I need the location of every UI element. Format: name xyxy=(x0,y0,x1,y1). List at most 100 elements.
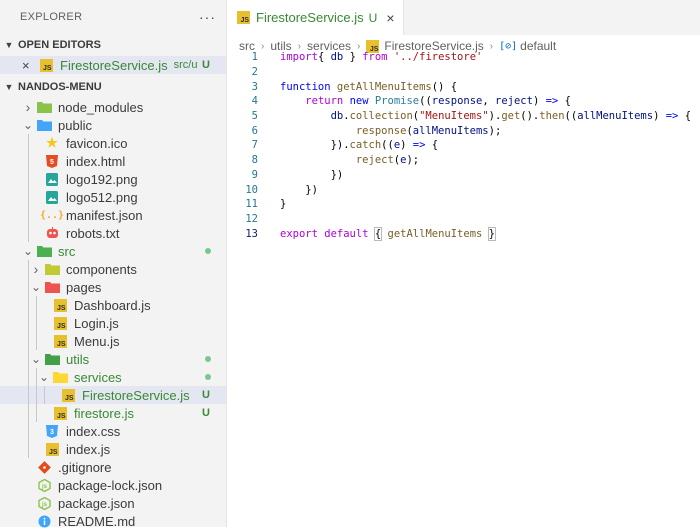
close-icon[interactable]: × xyxy=(22,58,36,73)
open-editor-status-badge: U xyxy=(202,59,210,71)
tree-file-robots-txt[interactable]: robots.txt xyxy=(0,224,226,242)
indent-guide xyxy=(28,206,29,224)
code-token: (( xyxy=(564,110,578,123)
code-token: (). xyxy=(520,110,540,123)
open-editors-section[interactable]: ▼ OPEN EDITORS xyxy=(0,34,226,56)
tree-file-index-css[interactable]: 3 index.css xyxy=(0,422,226,440)
tree-folder-services[interactable]: ⌄ services xyxy=(0,368,226,386)
code-token: function xyxy=(280,80,331,93)
tab-bar: JS FirestoreService.js U × xyxy=(227,0,700,35)
code-token: (( xyxy=(381,139,394,152)
tree-item-label: src xyxy=(58,243,76,259)
tree-file-dashboard-js[interactable]: JS Dashboard.js xyxy=(0,296,226,314)
indent-guide xyxy=(36,296,37,314)
explorer-title: EXPLORER xyxy=(20,11,83,23)
tree-item-label: public xyxy=(58,117,92,133)
tree-file-index-js[interactable]: JS index.js xyxy=(0,440,226,458)
tree-file-menu-js[interactable]: JS Menu.js xyxy=(0,332,226,350)
line-number: 4 xyxy=(251,95,258,108)
code-token: default xyxy=(324,227,369,240)
indent-guide xyxy=(28,296,29,314)
tree-file-logo512-png[interactable]: logo512.png xyxy=(0,188,226,206)
tree-folder-public[interactable]: ⌄ public xyxy=(0,116,226,134)
project-section[interactable]: ▼ NANDOS-MENU xyxy=(0,76,226,98)
code-token: { xyxy=(317,51,331,64)
close-icon[interactable]: × xyxy=(386,10,394,26)
code-token: get xyxy=(501,110,521,123)
tree-file-readme-md[interactable]: README.md xyxy=(0,512,226,530)
tree-file-firestoreservice-js[interactable]: JS FirestoreService.js U xyxy=(0,386,226,404)
tree-file-login-js[interactable]: JS Login.js xyxy=(0,314,226,332)
tab-label: FirestoreService.js xyxy=(256,10,364,25)
tree-folder-utils[interactable]: ⌄ utils xyxy=(0,350,226,368)
line-number: 2 xyxy=(251,66,258,79)
code-token: }). xyxy=(280,139,350,152)
components-folder-icon xyxy=(44,261,60,277)
open-editor-item[interactable]: × JS FirestoreService.js src/utils/... U xyxy=(0,56,226,74)
tree-item-label: node_modules xyxy=(58,99,144,115)
explorer-header: EXPLORER ··· xyxy=(0,0,226,34)
code-editor[interactable]: 1 import{ db } from '../firestore' 2 3 funct… xyxy=(227,50,700,241)
tree-file-favicon-ico[interactable]: ★ favicon.ico xyxy=(0,134,226,152)
more-actions-icon[interactable]: ··· xyxy=(199,9,216,25)
tree-folder-node-modules[interactable]: › node_modules xyxy=(0,98,226,116)
code-token: "MenuItems" xyxy=(419,110,489,123)
code-line: 8 reject(e); xyxy=(227,153,700,168)
indent-guide xyxy=(28,350,29,368)
tree-item-label: index.css xyxy=(66,423,121,439)
tree-folder-src[interactable]: ⌄ src xyxy=(0,242,226,260)
tree-item-label: Menu.js xyxy=(74,333,120,349)
indent-guide xyxy=(28,404,29,422)
services-folder-icon xyxy=(52,369,68,385)
git-icon xyxy=(36,459,52,475)
code-text: }).catch((e) => { xyxy=(280,139,439,152)
open-editors-title: OPEN EDITORS xyxy=(18,39,101,51)
node-package-icon: js xyxy=(36,495,52,511)
tree-file--gitignore[interactable]: .gitignore xyxy=(0,458,226,476)
code-token: from xyxy=(362,51,388,64)
code-line: 3 function getAllMenuItems() { xyxy=(227,79,700,94)
chevron-down-icon: ⌄ xyxy=(22,118,34,132)
tree-file-firestore-js[interactable]: JS firestore.js U xyxy=(0,404,226,422)
indent-guide xyxy=(36,332,37,350)
tree-item-label: package.json xyxy=(58,495,135,511)
code-token: { xyxy=(425,139,439,152)
line-number: 6 xyxy=(251,124,258,137)
tree-file-logo192-png[interactable]: logo192.png xyxy=(0,170,226,188)
tree-file-manifest-json[interactable]: {..} manifest.json xyxy=(0,206,226,224)
tree-file-index-html[interactable]: 5 index.html xyxy=(0,152,226,170)
code-token: ). xyxy=(488,110,502,123)
tree-file-package-json[interactable]: js package.json xyxy=(0,494,226,512)
indent-guide xyxy=(28,386,29,404)
code-token: => xyxy=(412,139,426,152)
indent-guide xyxy=(28,332,29,350)
line-number: 5 xyxy=(251,110,258,123)
indent-guide xyxy=(28,440,29,458)
code-token: collection xyxy=(349,110,413,123)
image-icon xyxy=(44,171,60,187)
js-icon: JS xyxy=(237,11,250,24)
code-token: db xyxy=(330,51,344,64)
code-token: { xyxy=(558,95,571,108)
line-number: 7 xyxy=(251,139,258,152)
code-token: return xyxy=(305,95,344,108)
tree-file-package-lock-json[interactable]: js package-lock.json xyxy=(0,476,226,494)
code-token: allMenuItems xyxy=(412,124,489,137)
code-token: '../firestore' xyxy=(393,51,483,64)
tree-item-label: index.js xyxy=(66,441,111,457)
chevron-down-icon: ⌄ xyxy=(30,280,42,294)
tree-item-label: services xyxy=(74,369,122,385)
line-number: 3 xyxy=(251,80,258,93)
code-token: catch xyxy=(349,139,382,152)
js-icon: JS xyxy=(52,297,68,313)
code-token: ) xyxy=(400,139,413,152)
untracked-status-badge: U xyxy=(202,407,210,419)
tree-folder-pages[interactable]: ⌄ pages xyxy=(0,278,226,296)
line-number: 9 xyxy=(251,168,258,181)
chevron-down-icon: ▼ xyxy=(4,40,14,50)
node-folder-icon xyxy=(36,99,52,115)
tab-firestore-service[interactable]: JS FirestoreService.js U × xyxy=(227,0,404,35)
tree-folder-components[interactable]: › components xyxy=(0,260,226,278)
